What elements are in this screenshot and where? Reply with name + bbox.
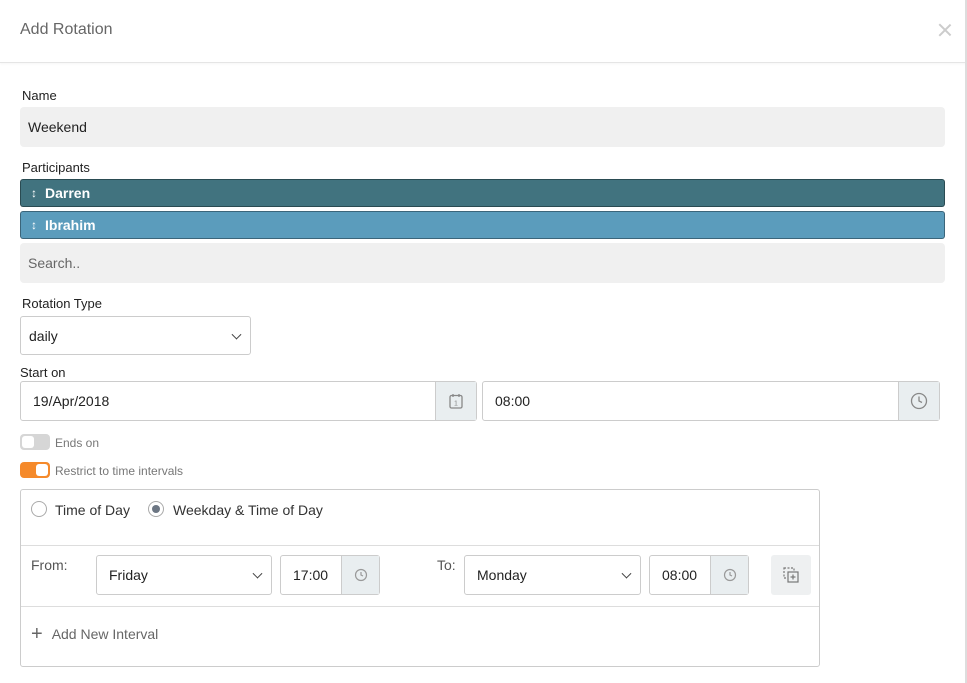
modal-header: Add Rotation [0,0,967,63]
restrict-label: Restrict to time intervals [55,464,184,478]
from-label: From: [31,557,68,573]
rotation-type-value: daily [29,327,58,344]
ends-on-toggle[interactable] [20,434,50,450]
from-day-value: Friday [109,567,148,583]
from-clock-button[interactable] [341,556,379,594]
start-time-input[interactable]: 08:00 [482,381,940,421]
clock-icon [723,568,736,582]
rotation-type-select[interactable]: daily [20,316,251,355]
start-date-value: 19/Apr/2018 [33,393,110,409]
participant-ibrahim[interactable]: ↕ Ibrahim [20,211,945,239]
restrict-toggle[interactable] [20,462,50,478]
drag-handle-icon[interactable]: ↕ [31,218,37,232]
participant-name: Darren [45,185,91,201]
rotation-type-label: Rotation Type [22,296,102,311]
ends-on-label: Ends on [55,436,100,450]
divider [21,606,819,607]
name-label: Name [22,88,57,103]
start-on-label: Start on [20,365,66,380]
participant-darren[interactable]: ↕ Darren [20,179,945,207]
to-label: To: [437,557,456,573]
start-time-value: 08:00 [495,393,531,409]
start-date-input[interactable]: 19/Apr/2018 1 [20,381,477,421]
from-time-input[interactable]: 17:00 [280,555,380,595]
close-icon[interactable] [935,20,955,40]
plus-icon: + [31,623,43,645]
clock-button[interactable] [898,382,939,420]
copy-icon [783,567,799,583]
to-time-value: 08:00 [662,567,698,583]
divider [21,545,819,546]
chevron-down-icon [252,568,263,579]
duplicate-interval-button[interactable] [771,555,811,595]
from-day-select[interactable]: Friday [96,555,272,595]
add-new-interval-label: Add New Interval [51,626,159,642]
drag-handle-icon[interactable]: ↕ [31,186,37,200]
radio-time-of-day-label[interactable]: Time of Day [55,502,130,518]
to-day-select[interactable]: Monday [464,555,641,595]
to-day-value: Monday [477,567,527,583]
participant-name: Ibrahim [45,217,96,233]
chevron-down-icon [621,568,632,579]
toggle-knob [36,464,48,476]
to-clock-button[interactable] [710,556,748,594]
participants-label: Participants [22,160,90,175]
chevron-down-icon [231,329,242,340]
name-input[interactable]: Weekend [20,107,945,147]
modal-title: Add Rotation [20,21,113,38]
clock-icon [354,568,367,582]
calendar-button[interactable]: 1 [435,382,476,420]
radio-weekday-time-of-day-label[interactable]: Weekday & Time of Day [173,502,323,518]
from-time-value: 17:00 [293,567,329,583]
clock-icon [910,392,928,410]
radio-time-of-day[interactable] [31,501,47,517]
radio-weekday-time-of-day[interactable] [148,501,164,517]
participant-search-input[interactable]: Search.. [20,243,945,283]
to-time-input[interactable]: 08:00 [649,555,749,595]
toggle-knob [22,436,34,448]
add-new-interval-button[interactable]: + Add New Interval [31,624,158,644]
calendar-icon: 1 [449,394,463,409]
svg-text:1: 1 [454,401,458,408]
